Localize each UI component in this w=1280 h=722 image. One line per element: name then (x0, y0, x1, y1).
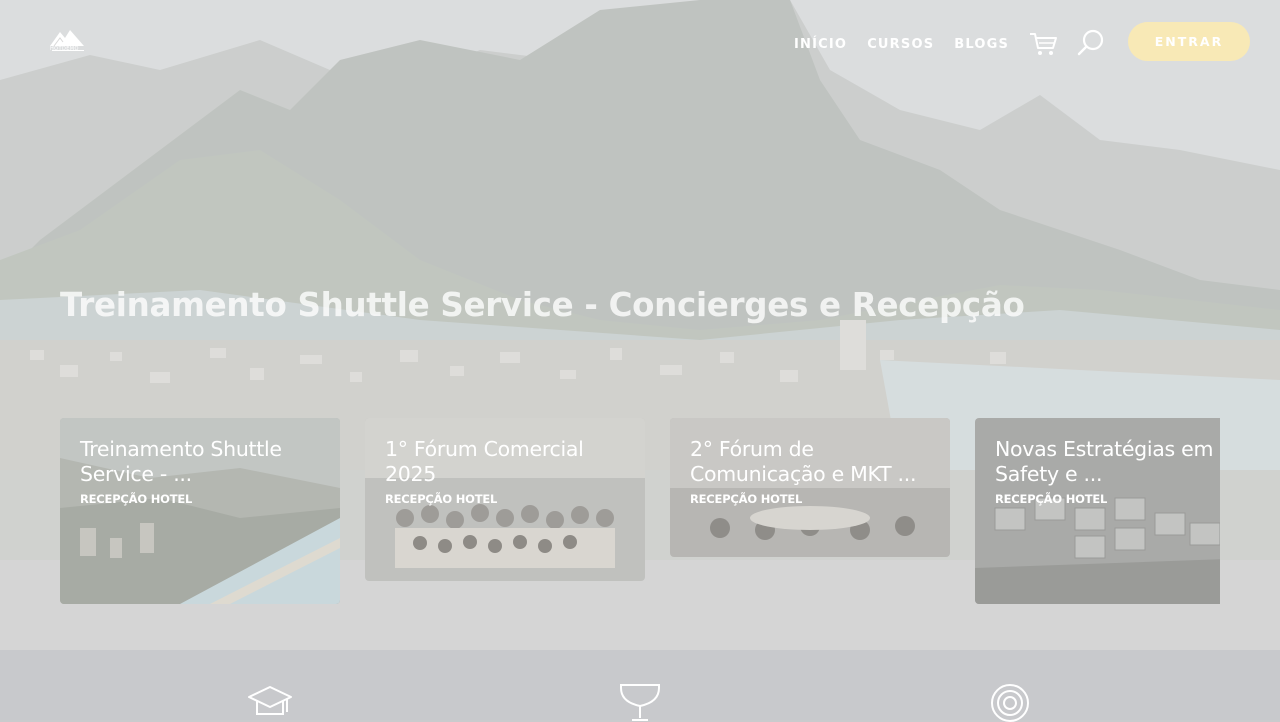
course-carousel: Treinamento Shuttle Service - ... RECEPÇÃ… (60, 418, 1220, 608)
logo-icon[interactable] (48, 26, 88, 58)
card-title: Treinamento Shuttle Service - ... (80, 437, 282, 486)
logo-text: HOTDEMO (50, 46, 79, 52)
card-category: RECEPÇÃO HOTEL (385, 492, 498, 506)
nav-link-inicio[interactable]: INÍCIO (794, 37, 847, 52)
graduation-cap-icon (248, 686, 292, 715)
hero-title: Treinamento Shuttle Service - Concierges… (60, 286, 1025, 324)
card-category: RECEPÇÃO HOTEL (80, 492, 193, 506)
card-title: 2° Fórum de Comunicação e MKT ... (690, 437, 917, 486)
course-card[interactable]: Novas Estratégias em Safety e ... RECEPÇÃ… (975, 418, 1220, 604)
card-category: RECEPÇÃO HOTEL (690, 492, 803, 506)
search-icon[interactable] (1076, 28, 1106, 58)
card-title: 1° Fórum Comercial 2025 (385, 437, 584, 486)
nav-link-cursos[interactable]: CURSOS (867, 37, 934, 52)
course-card[interactable]: 1° Fórum Comercial 2025 RECEPÇÃO HOTEL (365, 418, 645, 581)
main-nav: INÍCIO CURSOS BLOGS (794, 35, 1009, 53)
card-category: RECEPÇÃO HOTEL (995, 492, 1108, 506)
login-button[interactable]: ENTRAR (1128, 22, 1250, 61)
nav-link-blogs[interactable]: BLOGS (954, 37, 1009, 52)
course-card[interactable]: Treinamento Shuttle Service - ... RECEPÇÃ… (60, 418, 340, 604)
target-icon (991, 684, 1029, 722)
trophy-icon (620, 684, 660, 721)
card-title: Novas Estratégias em Safety e ... (995, 437, 1214, 486)
features-strip (0, 650, 1280, 722)
cart-icon[interactable] (1028, 30, 1058, 58)
course-card[interactable]: 2° Fórum de Comunicação e MKT ... RECEPÇÃ… (670, 418, 950, 557)
